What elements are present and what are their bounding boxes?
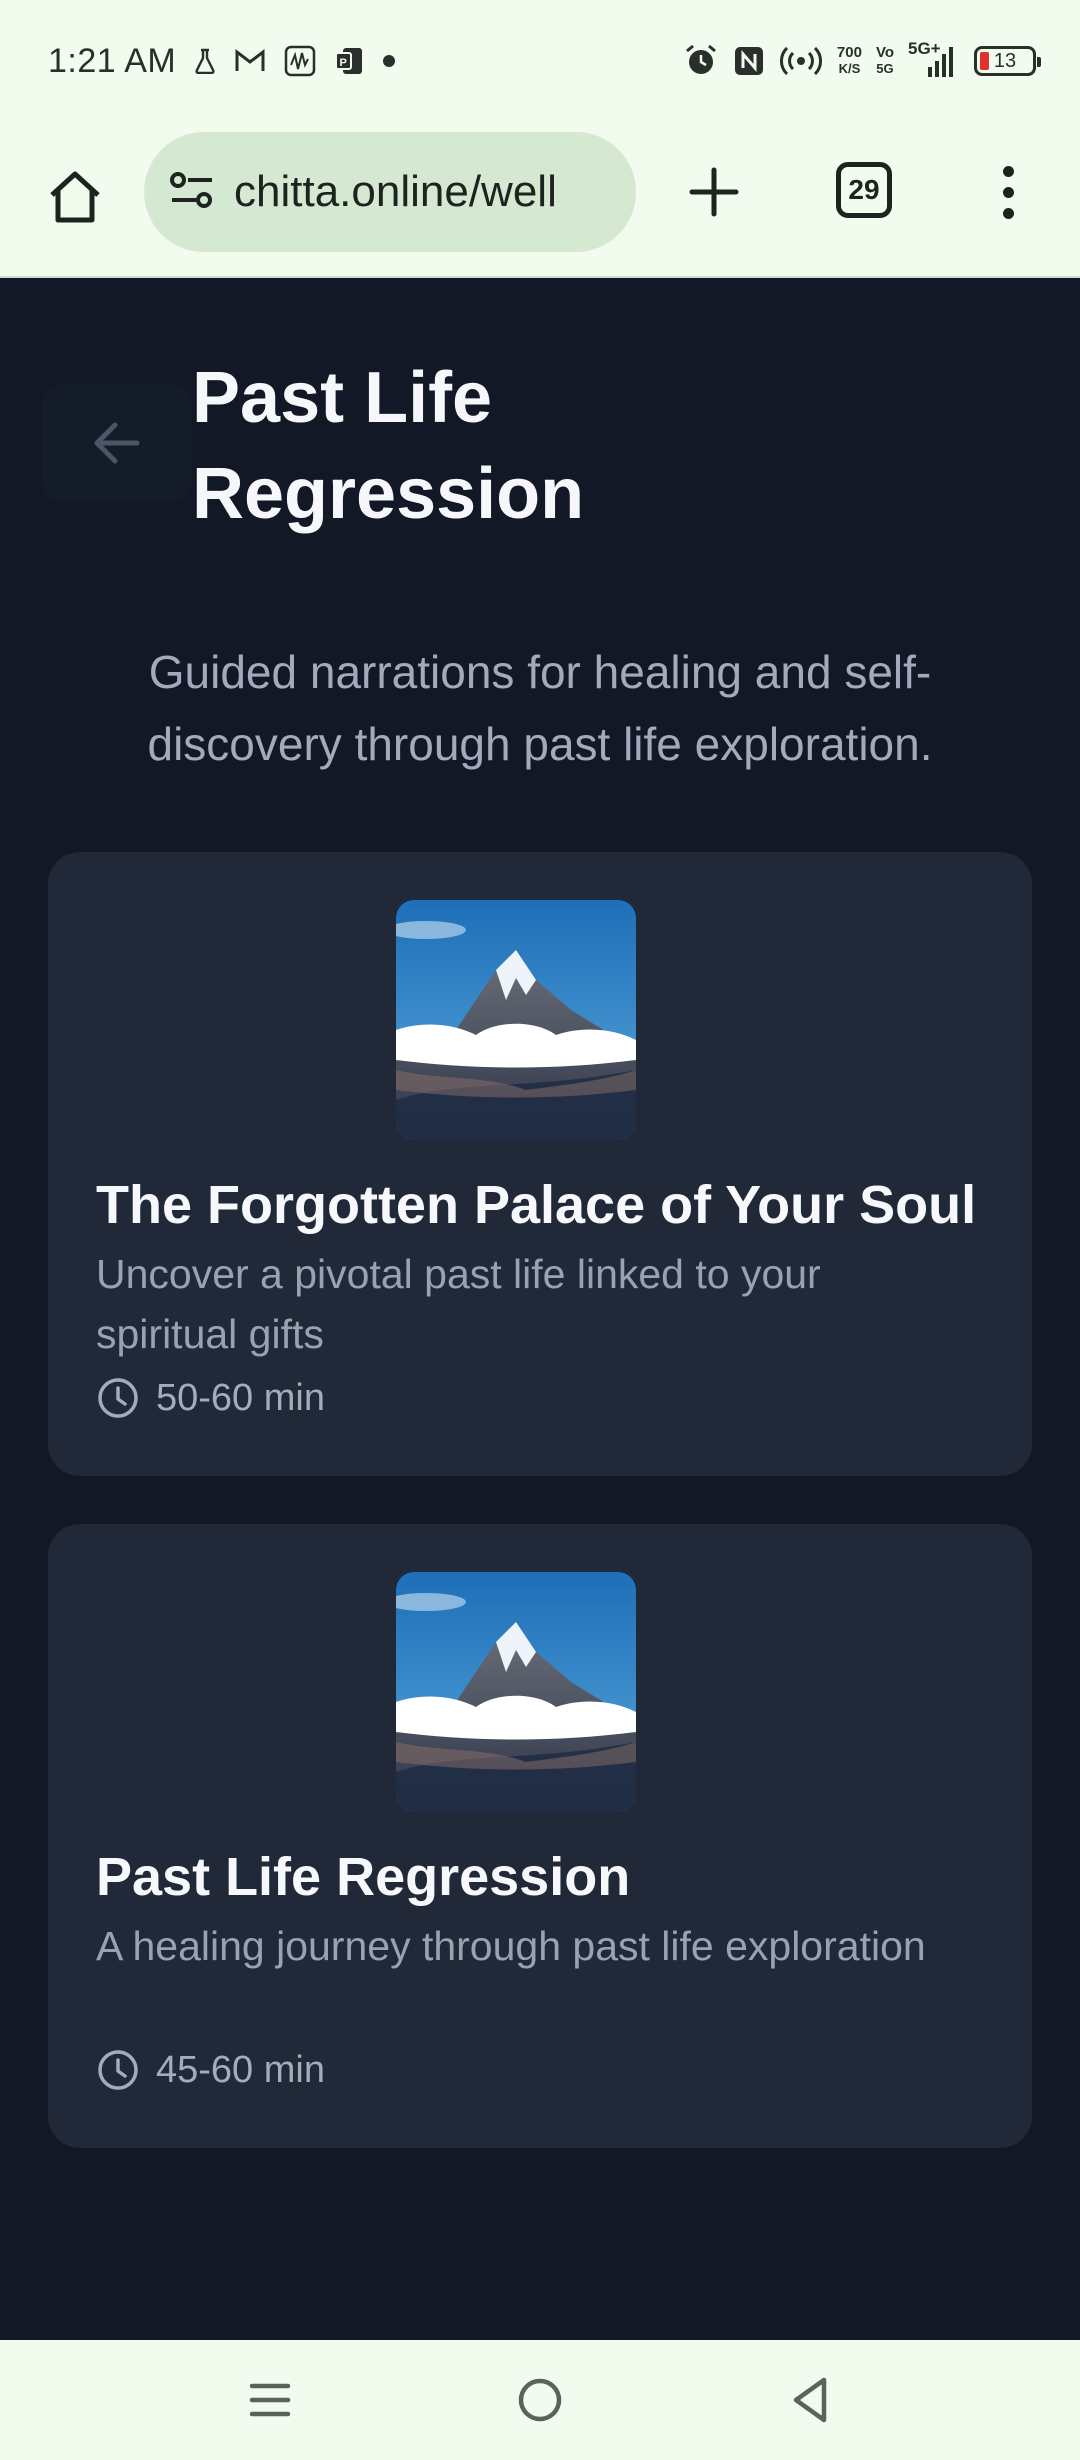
address-bar[interactable]: chitta.online/well [144, 132, 636, 252]
clock-icon [98, 1378, 138, 1418]
site-settings-icon[interactable] [168, 170, 216, 215]
narration-card[interactable]: Past Life Regression A healing journey t… [48, 1524, 1032, 2148]
signal-strength-icon: 5G+ [908, 39, 954, 79]
status-bar: 1:21 AM P 700 K/S Vo 5G 5G+ 13 [0, 0, 1080, 122]
page-subtitle: Guided narrations for healing and self-d… [147, 646, 933, 770]
svg-text:P: P [340, 57, 347, 69]
volte-indicator: Vo 5G [875, 44, 894, 77]
battery-icon: 13 [974, 46, 1041, 76]
tab-switcher-button[interactable]: 29 [836, 162, 892, 218]
activity-app-icon [284, 45, 316, 77]
network-speed: 700 K/S [837, 45, 862, 77]
page-title: Past Life Regression [192, 358, 585, 534]
home-button[interactable] [40, 162, 110, 232]
mountain-peak-image [396, 1572, 636, 1812]
home-icon [50, 171, 100, 223]
circle-home-icon [518, 2378, 562, 2422]
more-menu-button[interactable] [988, 156, 1028, 228]
card-description: Uncover a pivotal past life linked to yo… [96, 1251, 821, 1357]
hotspot-icon [779, 45, 823, 77]
card-duration: 45-60 min [96, 2048, 325, 2092]
network-speed-unit: K/S [838, 61, 861, 76]
back-triangle-icon [793, 2377, 827, 2423]
card-title: The Forgotten Palace of Your Soul [96, 1175, 977, 1235]
office-app-icon: P [334, 46, 364, 76]
recent-apps-button[interactable] [240, 2370, 300, 2430]
clock-icon [98, 2050, 138, 2090]
back-arrow-icon [94, 422, 140, 464]
home-nav-button[interactable] [510, 2370, 570, 2430]
battery-level: 13 [993, 49, 1017, 72]
signal-label: 5G+ [908, 39, 941, 58]
url-text[interactable]: chitta.online/well [234, 167, 557, 217]
mountain-peak-image [396, 900, 636, 1140]
duration-text: 50-60 min [156, 1376, 325, 1419]
network-speed-value: 700 [836, 44, 862, 61]
more-icon [1002, 165, 1014, 177]
back-nav-button[interactable] [780, 2370, 840, 2430]
back-button[interactable] [42, 384, 192, 502]
card-title: Past Life Regression [96, 1847, 631, 1907]
card-duration: 50-60 min [96, 1376, 325, 1420]
plus-icon [689, 167, 739, 217]
menu-icon [249, 2383, 291, 2417]
duration-text: 45-60 min [156, 2048, 325, 2091]
tab-count: 29 [848, 174, 880, 205]
card-description: A healing journey through past life expl… [96, 1923, 926, 1969]
narration-card[interactable]: The Forgotten Palace of Your Soul Uncove… [48, 852, 1032, 1476]
gmail-icon [234, 48, 266, 74]
notification-dot-icon [382, 54, 396, 68]
system-nav-bar [0, 2340, 1080, 2460]
status-time: 1:21 AM [48, 41, 177, 80]
nfc-icon [733, 45, 765, 77]
flask-icon [194, 48, 216, 74]
new-tab-button[interactable] [678, 156, 750, 228]
browser-toolbar: chitta.online/well 29 [0, 122, 1080, 278]
alarm-icon [683, 43, 719, 79]
